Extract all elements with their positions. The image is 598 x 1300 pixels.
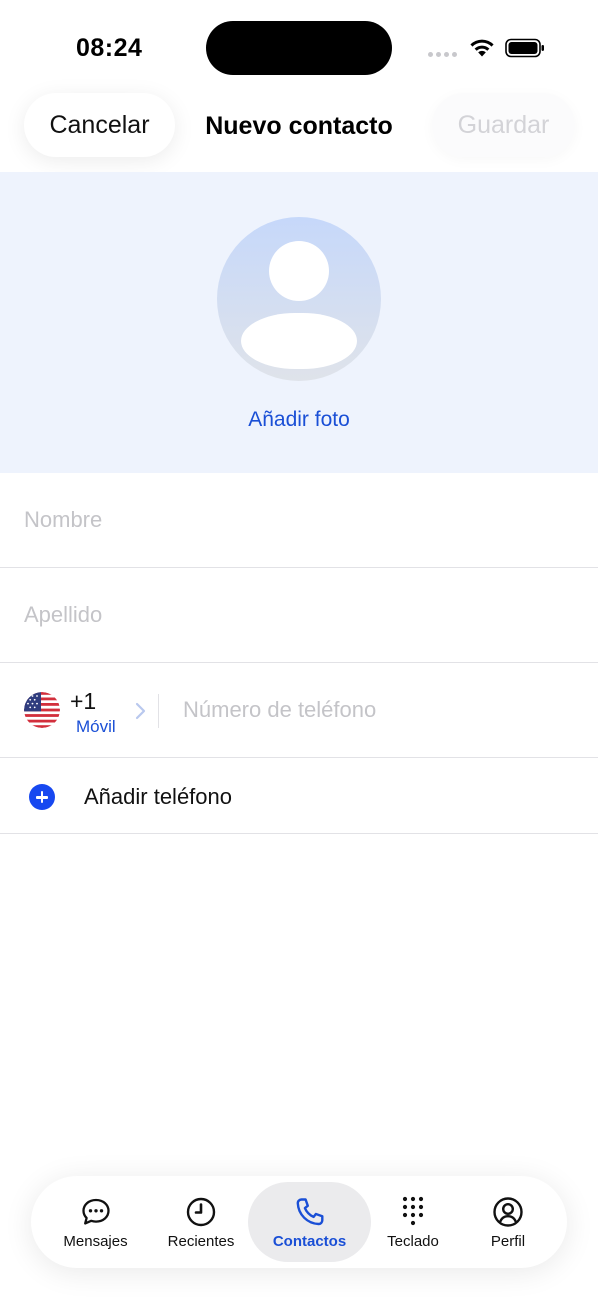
phone-type-label[interactable]: Móvil [76,717,116,737]
country-code[interactable]: +1 [70,688,96,715]
avatar-head-shape [269,241,329,301]
last-name-input[interactable] [24,568,574,662]
chat-bubble-icon [81,1198,110,1225]
us-flag-icon[interactable] [24,692,60,728]
tab-label: Recientes [167,1232,235,1250]
first-name-input[interactable] [24,473,574,567]
chevron-right-icon[interactable] [134,702,146,720]
header: Cancelar Nuevo contacto Guardar [0,90,598,172]
status-time: 08:24 [76,34,143,62]
tab-label: Teclado [387,1232,439,1250]
phone-number-input[interactable] [183,663,573,757]
avatar-body-shape [241,313,357,369]
first-name-row [0,473,598,568]
battery-icon [505,38,544,58]
wifi-icon [470,39,494,57]
tab-label: Perfil [490,1232,526,1250]
tab-teclado[interactable]: Teclado [371,1182,455,1262]
plus-circle-icon[interactable] [29,784,55,810]
tab-label: Mensajes [63,1232,128,1250]
photo-section: Añadir foto [0,172,598,473]
vertical-divider [158,694,159,728]
keypad-icon [402,1196,424,1225]
status-bar: 08:24 [0,0,598,90]
add-photo-link[interactable]: Añadir foto [0,408,598,432]
avatar-placeholder[interactable] [217,217,381,381]
tab-recientes[interactable]: Recientes [154,1182,248,1262]
add-phone-label[interactable]: Añadir teléfono [84,784,232,810]
tab-contactos[interactable]: Contactos [248,1182,371,1262]
last-name-row [0,568,598,663]
add-phone-row[interactable]: Añadir teléfono [0,758,598,834]
tab-label: Contactos [272,1232,347,1250]
save-button[interactable]: Guardar [432,93,575,157]
phone-row: +1 Móvil [0,663,598,758]
dynamic-island [206,21,392,75]
clock-icon [186,1197,216,1226]
cellular-signal-icon [428,52,457,57]
tab-bar: Mensajes Recientes Contactos Teclado Per… [31,1176,567,1268]
profile-icon [493,1196,523,1227]
phone-icon [296,1197,323,1225]
tab-perfil[interactable]: Perfil [455,1182,561,1262]
tab-mensajes[interactable]: Mensajes [37,1182,154,1262]
